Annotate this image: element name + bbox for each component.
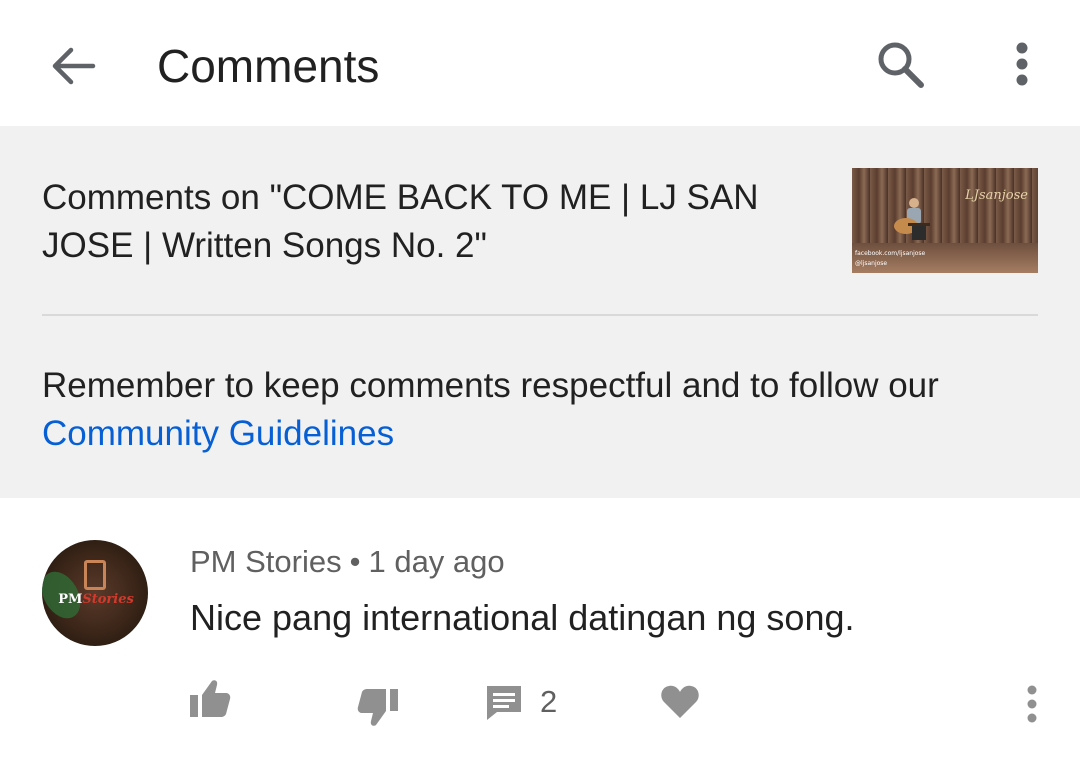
- comment-text: Nice pang international datingan ng song…: [190, 597, 855, 638]
- guidelines-notice: Remember to keep comments respectful and…: [42, 362, 1038, 458]
- guidelines-text: Remember to keep comments respectful and…: [42, 366, 939, 405]
- search-icon: [878, 42, 924, 88]
- reply-button[interactable]: [484, 682, 524, 724]
- thumbnail-tag-instagram: @ljsanjose: [855, 260, 888, 267]
- back-button[interactable]: [44, 36, 104, 96]
- more-vert-icon: [1016, 42, 1028, 86]
- heart-icon: [661, 685, 699, 718]
- video-thumbnail[interactable]: LJsanjose facebook.com/ljsanjose @ljsanj…: [852, 168, 1038, 273]
- more-vert-icon: [1027, 685, 1037, 723]
- avatar-text: PMStories: [54, 592, 138, 607]
- avatar[interactable]: PMStories: [42, 540, 148, 646]
- comment-author[interactable]: PM Stories: [190, 544, 342, 579]
- comment-more-button[interactable]: [1016, 682, 1048, 726]
- search-button[interactable]: [870, 34, 930, 94]
- comment-time: 1 day ago: [368, 544, 505, 579]
- meta-separator: •: [349, 544, 361, 579]
- page-title: Comments: [157, 40, 380, 92]
- avatar-text-main: PM: [58, 592, 83, 607]
- header-divider: [42, 314, 1038, 316]
- community-guidelines-link[interactable]: Community Guidelines: [42, 414, 394, 453]
- arrow-back-icon: [52, 47, 96, 85]
- comment-meta: PM Stories • 1 day ago: [190, 542, 505, 582]
- like-button[interactable]: [186, 678, 234, 720]
- avatar-logo: [84, 560, 106, 590]
- more-options-button[interactable]: [1000, 34, 1044, 94]
- reply-icon: [487, 686, 521, 720]
- thumb-down-icon: [357, 689, 398, 726]
- app-bar: Comments: [0, 0, 1080, 126]
- thumbnail-floor: [852, 243, 1038, 273]
- thumb-up-icon: [190, 680, 231, 717]
- comment-item: PMStories PM Stories • 1 day ago Nice pang…: [0, 498, 1080, 770]
- dislike-button[interactable]: [354, 686, 402, 728]
- heart-button[interactable]: [658, 682, 702, 722]
- comments-header: Comments on "COME BACK TO ME | LJ SAN JO…: [0, 126, 1080, 498]
- thumbnail-tag-facebook: facebook.com/ljsanjose: [855, 250, 926, 257]
- guitarist-figure: [894, 198, 930, 240]
- video-title: Comments on "COME BACK TO ME | LJ SAN JO…: [42, 178, 759, 265]
- thumbnail-signature: LJsanjose: [965, 188, 1028, 203]
- avatar-text-accent: Stories: [82, 592, 134, 607]
- reply-count: 2: [540, 684, 558, 719]
